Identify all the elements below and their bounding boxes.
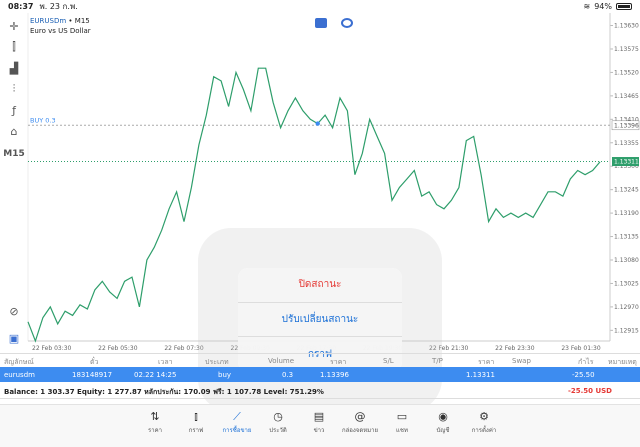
col-volume: Volume	[268, 357, 295, 365]
row-profit: -25.50	[572, 371, 595, 379]
trade-panel-icon[interactable]: ▣	[6, 330, 22, 346]
chart-toolbar: ✛ ⫿ ▟ ⫶ ƒ ⌂ M15 ⊘ ▣	[0, 13, 28, 353]
nav-account[interactable]: ◉ บัญชี	[423, 409, 463, 435]
x-tick-label: 22 Feb 07:30	[164, 345, 204, 352]
candlestick-chart-icon[interactable]: ⫿	[6, 39, 22, 55]
row-type: buy	[218, 371, 232, 379]
bar-chart-icon[interactable]: ▟	[6, 60, 22, 76]
y-tick-label: 1.13520	[614, 69, 639, 76]
y-tick-label: 1.13025	[614, 280, 639, 287]
function-icon[interactable]: ƒ	[6, 102, 22, 118]
y-tick-label: 1.13135	[614, 234, 639, 241]
arrows-icon: ⇅	[150, 410, 160, 423]
chart-top-buttons	[315, 18, 353, 28]
y-tick-label: 1.13575	[614, 46, 639, 53]
nav-charts[interactable]: ⫾ กราฟ	[176, 409, 216, 435]
y-tick-label: 1.13190	[614, 210, 639, 217]
row-current-price: 1.13311	[466, 371, 495, 379]
y-tick-label: 1.13355	[614, 140, 639, 147]
nav-news[interactable]: ▤ ข่าว	[299, 409, 339, 435]
total-profit: -25.50 USD	[567, 387, 612, 395]
modify-position-button[interactable]: ปรับเปลี่ยนสถานะ	[238, 303, 402, 338]
symbol-description: Euro vs US Dollar	[30, 27, 91, 35]
objects-icon[interactable]: ⌂	[6, 123, 22, 139]
buy-price-tag-text: 1.13396	[614, 122, 639, 129]
x-tick-label: 22 Feb 21:30	[429, 345, 469, 352]
candles-icon: ⫾	[194, 410, 198, 423]
nav-quotes[interactable]: ⇅ ราคา	[135, 409, 175, 435]
zoom-icon[interactable]: ⊘	[6, 303, 22, 319]
crosshair-icon[interactable]: ✛	[6, 18, 22, 34]
status-date: พ. 23 ก.พ.	[39, 2, 78, 11]
row-symbol: eurusdm	[4, 371, 35, 379]
nav-chat[interactable]: ▭ แชท	[382, 409, 422, 435]
y-tick-label: 1.13465	[614, 93, 639, 100]
balance-bar: Balance: 1 303.37 Equity: 1 277.87 หลักป…	[0, 383, 640, 399]
one-click-trading-icon[interactable]	[315, 18, 327, 28]
trade-icon: ⟋	[233, 410, 241, 423]
close-position-button[interactable]: ปิดสถานะ	[238, 268, 402, 303]
y-tick-label: 1.13630	[614, 23, 639, 30]
bottom-nav: ⇅ ราคา ⫾ กราฟ ⟋ การซื้อขาย ◷ ประวัติ ▤ ข่าว @…	[0, 404, 640, 447]
news-icon: ▤	[313, 410, 325, 423]
x-tick-label: 22 Feb 23:30	[495, 345, 535, 352]
timeframe-label: M15	[74, 17, 90, 25]
positions-table-header: สัญลักษณ์ ตั๋ว เวลา ประเภท Volume ราคา S…	[0, 353, 640, 367]
col-sl: S/L	[383, 357, 394, 365]
y-tick-label: 1.12915	[614, 327, 639, 334]
buy-entry-marker[interactable]	[315, 121, 320, 126]
chat-icon: ▭	[396, 410, 408, 423]
nav-settings[interactable]: ⚙ การตั้งค่า	[464, 409, 504, 435]
y-tick-label: 1.12970	[614, 304, 639, 311]
y-tick-label: 1.13080	[614, 257, 639, 264]
col-tp: T/P	[432, 357, 443, 365]
x-tick-label: 23 Feb 01:30	[561, 345, 601, 352]
symbol-name[interactable]: EURUSDm	[30, 17, 66, 25]
battery-icon	[616, 3, 632, 10]
history-icon: ◷	[273, 410, 283, 423]
buy-label[interactable]: BUY 0.3	[30, 116, 56, 124]
row-ticket: 183148917	[72, 371, 113, 379]
nav-mailbox[interactable]: @ กล่องจดหมาย	[340, 409, 380, 435]
symbol-info[interactable]: EURUSDm • M15 Euro vs US Dollar	[30, 16, 91, 36]
account-icon: ◉	[438, 410, 448, 423]
nav-history[interactable]: ◷ ประวัติ	[258, 409, 298, 435]
status-time: 08:37	[8, 2, 34, 11]
indicator-toggle-icon[interactable]	[341, 18, 353, 28]
x-tick-label: 22 Feb 03:30	[32, 345, 72, 352]
col-swap: Swap	[512, 357, 531, 365]
row-time: 02.22 14:25	[134, 371, 177, 379]
nav-trade[interactable]: ⟋ การซื้อขาย	[217, 409, 257, 435]
settings-icon: ⚙	[479, 410, 489, 423]
line-chart-icon[interactable]: ⫶	[6, 81, 22, 97]
mail-icon: @	[354, 410, 366, 423]
row-volume: 0.3	[282, 371, 294, 379]
y-tick-label: 1.13245	[614, 187, 639, 194]
battery-percent: 94%	[594, 2, 612, 11]
wifi-icon: ≋	[583, 2, 591, 11]
row-open-price: 1.13396	[320, 371, 349, 379]
position-row[interactable]: eurusdm 183148917 02.22 14:25 buy 0.3 1.…	[0, 367, 640, 382]
status-bar: 08:37 พ. 23 ก.พ. ≋ 94%	[0, 0, 640, 13]
timeframe-button[interactable]: M15	[3, 146, 25, 162]
balance-text: Balance: 1 303.37 Equity: 1 277.87 หลักป…	[4, 388, 324, 396]
x-tick-label: 22 Feb 05:30	[98, 345, 138, 352]
current-price-tag-text: 1.13311	[614, 159, 639, 166]
